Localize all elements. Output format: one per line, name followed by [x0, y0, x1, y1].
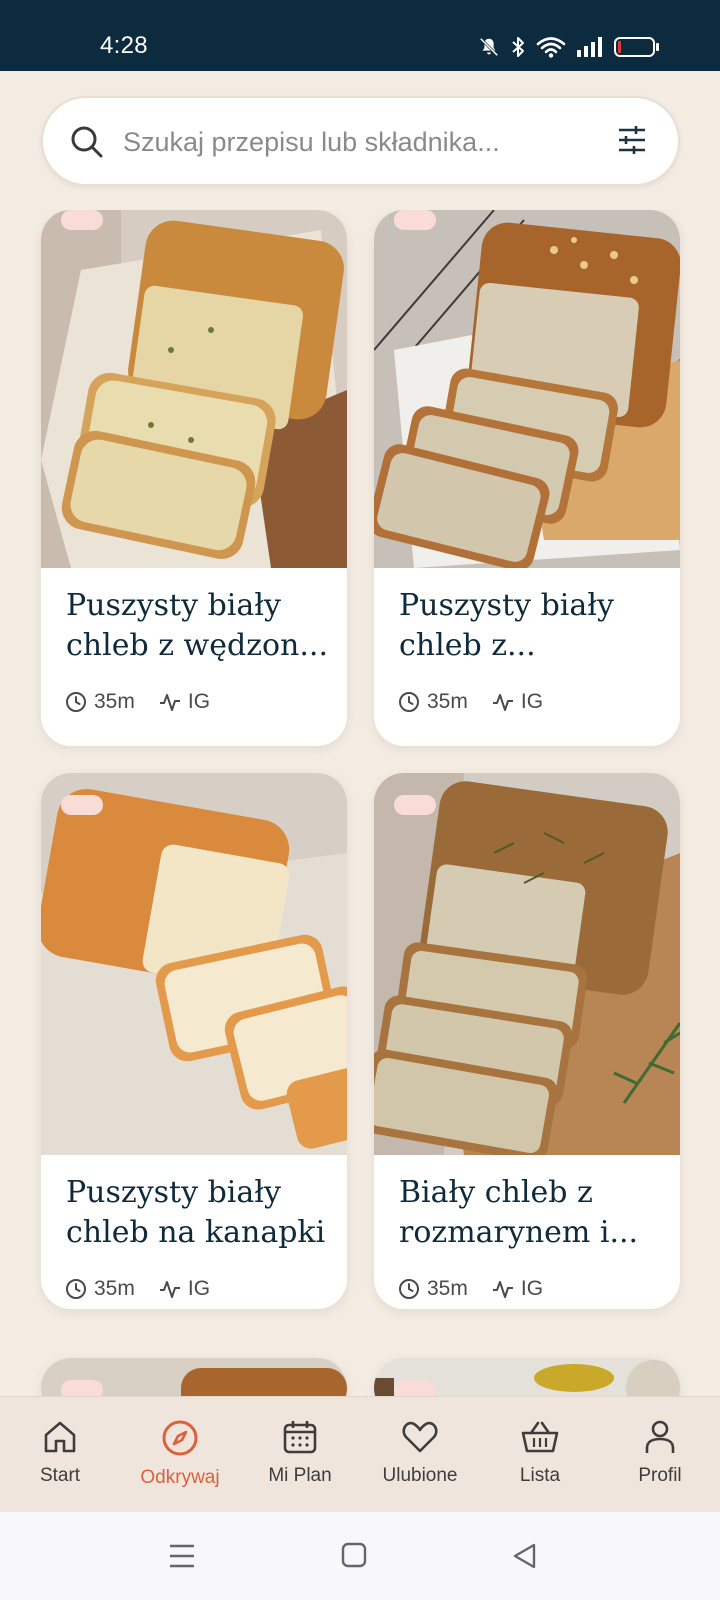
badge: [61, 1380, 103, 1396]
nav-item-profil[interactable]: Profil: [600, 1397, 720, 1512]
home-icon: [44, 1421, 76, 1453]
recipe-image: [41, 773, 347, 1155]
recipe-card-partial[interactable]: [374, 1358, 680, 1396]
home-square-icon[interactable]: [341, 1542, 367, 1568]
ig-label: IG: [187, 690, 211, 713]
recipe-card[interactable]: Biały chleb z rozmarynem i... 35m IG: [374, 773, 680, 1309]
glycemic-index: IG: [159, 690, 210, 714]
recipe-title: Puszysty biały chleb z wędzon...: [66, 588, 328, 663]
ig-label: IG: [520, 690, 544, 713]
time-label: 35m: [427, 1277, 468, 1300]
prep-time: 35m: [65, 1277, 135, 1301]
activity-icon: [159, 694, 180, 711]
activity-icon: [492, 1281, 513, 1298]
ig-label: IG: [187, 1277, 211, 1300]
activity-icon: [159, 1281, 180, 1298]
nav-item-lista[interactable]: Lista: [480, 1397, 600, 1512]
recipe-title: Puszysty biały chleb na kanapki: [66, 1175, 326, 1250]
recipe-card[interactable]: Puszysty biały chleb z wędzon... 35m IG: [41, 210, 347, 746]
recipe-title: Puszysty biały chleb z...: [399, 588, 614, 663]
badge: [394, 795, 436, 815]
calendar-icon: [283, 1421, 317, 1454]
bottom-nav: Start Odkrywaj Mi Plan Ulubione Lista Pr…: [0, 1396, 720, 1512]
badge: [394, 210, 436, 230]
recipe-image: [374, 210, 680, 568]
glycemic-index: IG: [492, 690, 543, 714]
bell-off-icon: [479, 37, 499, 57]
search-icon: [71, 126, 103, 158]
nav-label: Profil: [638, 1465, 682, 1486]
recipe-image: [374, 773, 680, 1155]
recipe-meta: 35m IG: [398, 690, 543, 714]
nav-item-mi-plan[interactable]: Mi Plan: [240, 1397, 360, 1512]
glycemic-index: IG: [159, 1277, 210, 1301]
search-input[interactable]: [123, 120, 563, 164]
user-icon: [645, 1420, 675, 1453]
nav-label: Odkrywaj: [140, 1467, 220, 1488]
nav-item-odkrywaj[interactable]: Odkrywaj: [120, 1397, 240, 1512]
clock-icon: [66, 692, 86, 712]
basket-icon: [521, 1421, 559, 1453]
clock-icon: [399, 1279, 419, 1299]
time-label: 35m: [94, 1277, 135, 1300]
clock-icon: [399, 692, 419, 712]
badge: [61, 210, 103, 230]
nav-label: Ulubione: [382, 1465, 458, 1486]
status-time: 4:28: [100, 32, 148, 59]
recipe-image: [41, 210, 347, 568]
heart-icon: [402, 1421, 438, 1453]
system-nav-bar: [0, 1512, 720, 1600]
recipe-meta: 35m IG: [398, 1277, 543, 1301]
recipe-card[interactable]: Puszysty biały chleb z... 35m IG: [374, 210, 680, 746]
clock-icon: [66, 1279, 86, 1299]
recipe-card-partial[interactable]: [41, 1358, 347, 1396]
recipe-meta: 35m IG: [65, 1277, 210, 1301]
recipe-title: Biały chleb z rozmarynem i...: [399, 1175, 639, 1250]
signal-icon: [577, 37, 602, 57]
time-label: 35m: [94, 690, 135, 713]
glycemic-index: IG: [492, 1277, 543, 1301]
bluetooth-icon: [512, 37, 524, 57]
status-icons: [478, 33, 660, 61]
activity-icon: [492, 694, 513, 711]
search-bar[interactable]: [41, 96, 680, 186]
prep-time: 35m: [398, 1277, 468, 1301]
nav-label: Mi Plan: [268, 1465, 332, 1486]
wifi-icon: [536, 37, 566, 58]
prep-time: 35m: [65, 690, 135, 714]
battery-low-icon: [614, 37, 659, 57]
nav-item-ulubione[interactable]: Ulubione: [360, 1397, 480, 1512]
menu-icon[interactable]: [168, 1542, 196, 1570]
status-bar: 4:28: [0, 0, 720, 71]
prep-time: 35m: [398, 690, 468, 714]
compass-icon: [162, 1420, 198, 1456]
nav-label: Start: [39, 1465, 81, 1486]
filter-sliders-icon[interactable]: [617, 125, 647, 155]
recipe-grid[interactable]: Puszysty biały chleb z wędzon... 35m IG: [0, 210, 720, 1396]
back-triangle-icon[interactable]: [512, 1542, 538, 1570]
ig-label: IG: [520, 1277, 544, 1300]
recipe-card[interactable]: Puszysty biały chleb na kanapki 35m IG: [41, 773, 347, 1309]
badge: [394, 1380, 436, 1396]
time-label: 35m: [427, 690, 468, 713]
badge: [61, 795, 103, 815]
recipe-meta: 35m IG: [65, 690, 210, 714]
nav-item-start[interactable]: Start: [0, 1397, 120, 1512]
nav-label: Lista: [519, 1465, 561, 1486]
